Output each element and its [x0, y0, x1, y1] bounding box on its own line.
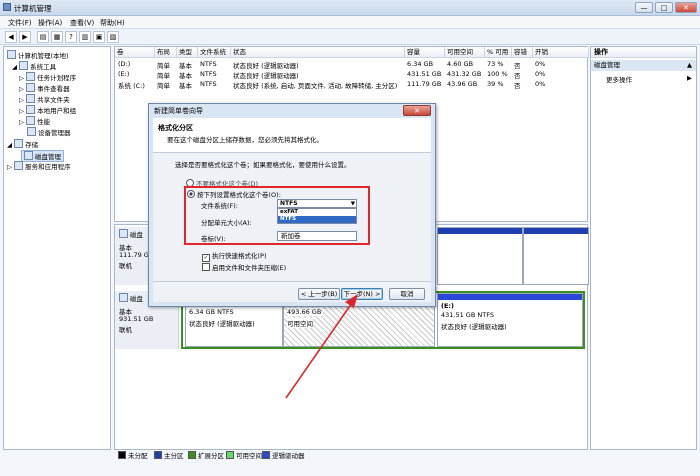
annotation-arrow-head [345, 294, 358, 308]
annotation-arrow-line [285, 299, 355, 399]
annotation-arrow [285, 294, 358, 399]
